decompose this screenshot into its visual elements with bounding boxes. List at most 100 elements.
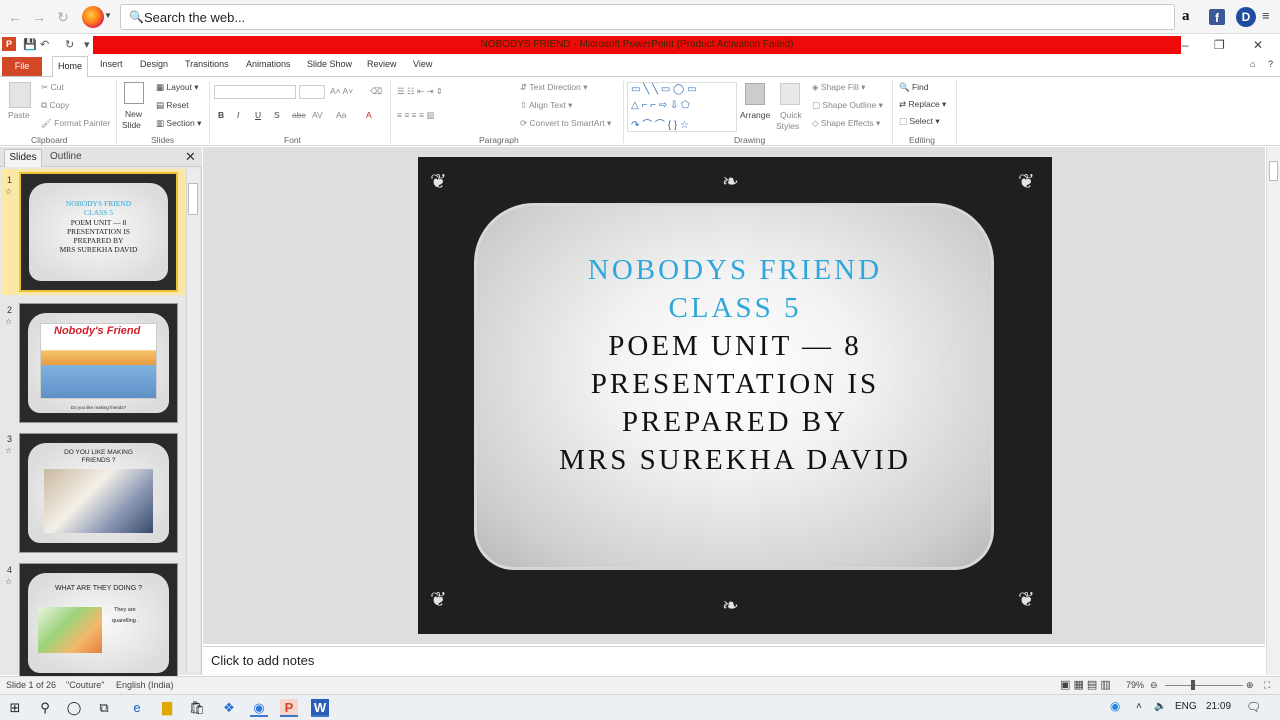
slide-thumbnail-4[interactable]: WHAT ARE THEY DOING ? They are quarellin… [19, 563, 178, 683]
replace-button[interactable]: ⇄ Replace ▾ [899, 99, 946, 110]
font-size-select[interactable] [299, 85, 325, 99]
section-button[interactable]: ▥ Section ▾ [156, 118, 201, 129]
new-slide-button[interactable]: New [125, 109, 142, 119]
close-icon[interactable]: ✕ [185, 149, 196, 165]
current-slide[interactable]: ❦ ❦ ❧ ❦ ❦ ❧ NOBODYS FRIEND CLASS 5 POEM … [418, 157, 1052, 634]
strikethrough-button[interactable]: abc [292, 110, 306, 120]
slide-subtitle[interactable]: MRS SUREKHA DAVID [418, 444, 1052, 477]
task-view-icon[interactable]: ⧉ [95, 699, 113, 717]
slide-subtitle[interactable]: POEM UNIT — 8 [418, 330, 1052, 363]
dropbox-icon[interactable]: ❖ [220, 699, 238, 717]
tab-transitions[interactable]: Transitions [185, 59, 229, 69]
cut-button[interactable]: ✂ Cut [41, 82, 64, 93]
save-icon[interactable]: 💾 [23, 38, 37, 51]
extension-d-icon[interactable]: D [1236, 7, 1256, 27]
bold-button[interactable]: B [218, 110, 224, 120]
bullets-icon[interactable]: ☰ ☷ ⇤ ⇥ ⇕ [397, 86, 443, 97]
slide-thumbnail-1[interactable]: NOBODYS FRIEND CLASS 5 POEM UNIT — 8 PRE… [19, 172, 178, 292]
zoom-slider[interactable] [1165, 685, 1243, 686]
slide-thumbnail-2[interactable]: Nobody's Friend Do you like making frien… [19, 303, 178, 423]
chrome-icon[interactable]: ◉ [250, 699, 268, 717]
reset-button[interactable]: ▤ Reset [156, 100, 189, 111]
store-icon[interactable]: 🛍 [188, 699, 206, 717]
slide-subtitle[interactable]: PREPARED BY [418, 406, 1052, 439]
slide-title-line2[interactable]: CLASS 5 [418, 292, 1052, 325]
paste-button[interactable]: Paste [8, 110, 30, 120]
tab-animations[interactable]: Animations [246, 59, 291, 69]
layout-button[interactable]: ▦ Layout ▾ [156, 82, 199, 93]
edge-icon[interactable]: e [128, 699, 146, 717]
underline-button[interactable]: U [255, 110, 261, 120]
customize-qat-icon[interactable]: ▾ [84, 38, 90, 51]
shadow-button[interactable]: S [274, 110, 280, 120]
zoom-out-icon[interactable]: ⊖ [1150, 680, 1158, 691]
minimize-icon[interactable]: – [1182, 38, 1189, 52]
italic-button[interactable]: I [237, 110, 239, 120]
shapes-gallery[interactable]: ▭ ╲ ╲ ▭ ◯ ▭ △ ⌐ ⌐ ⇨ ⇩ ⬠ ↷ ⌒ ⌒ { } ☆ [627, 82, 737, 132]
powerpoint-icon[interactable]: P [280, 699, 298, 717]
font-family-select[interactable] [214, 85, 296, 99]
network-status-icon[interactable]: ◉ [1110, 699, 1120, 713]
back-icon[interactable]: ← [6, 8, 24, 26]
fit-window-icon[interactable]: ⛶ [1264, 680, 1270, 691]
undo-icon[interactable]: ↶ [40, 38, 49, 51]
quick-styles-button[interactable]: Quick [780, 110, 802, 120]
chevron-up-icon[interactable]: ˄ [1136, 701, 1142, 712]
font-color-icon[interactable]: A [366, 110, 372, 120]
star-icon[interactable]: ↷ ⌒ ⌒ { } ☆ [631, 116, 689, 131]
zoom-level[interactable]: 79% [1126, 680, 1144, 690]
ribbon-minimize-icon[interactable]: ⌂ [1250, 59, 1255, 69]
new-slide-icon[interactable] [124, 82, 144, 104]
cortana-icon[interactable]: ◯ [65, 699, 83, 717]
char-spacing-icon[interactable]: AV [312, 110, 323, 120]
forward-icon[interactable]: → [30, 8, 48, 26]
copy-button[interactable]: ⧉ Copy [41, 100, 69, 111]
notes-placeholder[interactable]: Click to add notes [211, 653, 314, 668]
triangle-icon[interactable]: △ ⌐ ⌐ ⇨ ⇩ ⬠ [631, 100, 690, 111]
panel-scrollbar[interactable] [186, 169, 200, 672]
tab-file[interactable]: File [2, 57, 42, 76]
grow-font-icon[interactable]: A˄ A˅ [330, 86, 353, 96]
align-text-button[interactable]: ⇳ Align Text ▾ [520, 100, 572, 111]
editor-scrollbar[interactable] [1266, 147, 1280, 675]
slide-title[interactable]: NOBODYS FRIEND [418, 254, 1052, 287]
powerpoint-icon[interactable]: P [2, 37, 16, 51]
menu-icon[interactable]: ≡ [1262, 8, 1270, 23]
textbox-icon[interactable]: ▭ ╲ ╲ ▭ ◯ ▭ [631, 84, 696, 95]
volume-icon[interactable]: 🔈 [1154, 701, 1166, 712]
search-input[interactable]: 🔍 Search the web... [120, 4, 1175, 30]
shape-fill-button[interactable]: ◈ Shape Fill ▾ [812, 82, 865, 93]
find-button[interactable]: 🔍 Find [899, 82, 929, 93]
reload-icon[interactable]: ↻ [54, 8, 72, 26]
tab-view[interactable]: View [413, 59, 432, 69]
arrange-button[interactable]: Arrange [740, 110, 770, 120]
windows-start-icon[interactable]: ⊞ [6, 699, 24, 717]
align-icons[interactable]: ≡ ≡ ≡ ≡ ▥ [397, 110, 434, 121]
tab-review[interactable]: Review [367, 59, 397, 69]
clock[interactable]: 21:09 [1206, 701, 1231, 712]
format-painter-button[interactable]: 🖌 Format Painter [41, 118, 110, 129]
notes-pane[interactable]: Click to add notes [203, 646, 1265, 675]
paste-icon[interactable] [9, 82, 31, 108]
tab-home[interactable]: Home [52, 56, 88, 77]
amazon-icon[interactable]: a [1182, 8, 1190, 25]
tab-outline[interactable]: Outline [50, 151, 82, 162]
select-button[interactable]: ⬚ Select ▾ [899, 116, 940, 127]
quick-styles-button-line2[interactable]: Styles [776, 121, 799, 131]
convert-smartart-button[interactable]: ⟳ Convert to SmartArt ▾ [520, 118, 611, 129]
new-slide-button-line2[interactable]: Slide [122, 120, 141, 130]
tab-slides[interactable]: Slides [4, 149, 42, 167]
change-case-icon[interactable]: Aa [336, 110, 346, 120]
text-direction-button[interactable]: ⇵ Text Direction ▾ [520, 82, 587, 93]
restore-icon[interactable]: ❐ [1214, 38, 1225, 52]
firefox-icon[interactable] [82, 6, 104, 28]
facebook-icon[interactable]: f [1209, 9, 1225, 25]
help-icon[interactable]: ? [1268, 59, 1273, 69]
shape-effects-button[interactable]: ◇ Shape Effects ▾ [812, 118, 880, 129]
slide-subtitle[interactable]: PRESENTATION IS [418, 368, 1052, 401]
close-icon[interactable]: ✕ [1253, 38, 1263, 52]
notifications-icon[interactable]: 🗨 [1246, 700, 1261, 714]
tab-design[interactable]: Design [140, 59, 168, 69]
word-icon[interactable]: W [311, 699, 329, 717]
tab-slide-show[interactable]: Slide Show [307, 59, 352, 69]
